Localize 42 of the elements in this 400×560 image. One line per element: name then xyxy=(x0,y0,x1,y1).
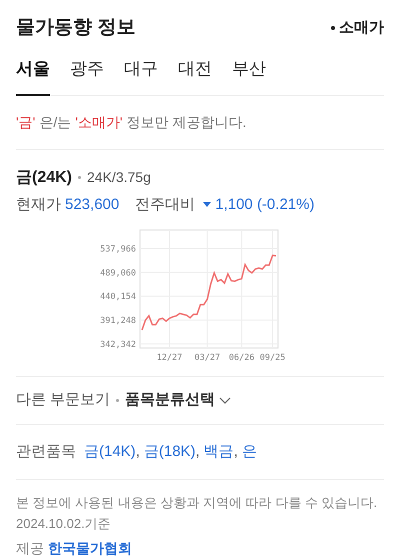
x-tick-label: 03/27 xyxy=(194,353,220,363)
comma: , xyxy=(136,442,140,462)
notice-text: 정보만 제공합니다. xyxy=(126,112,246,132)
related-label: 관련품목 xyxy=(16,442,76,462)
y-tick-label: 440,154 xyxy=(100,292,136,302)
notice-text: '소매가' xyxy=(75,112,123,132)
y-tick-label: 489,060 xyxy=(100,268,136,278)
related-item-link[interactable]: 은 xyxy=(242,440,257,463)
region-tab[interactable]: 부산 xyxy=(232,56,266,96)
change-value: 1,100 (-0.21%) xyxy=(215,194,314,214)
page-title: 물가동향 정보 xyxy=(16,16,136,40)
related-item-link[interactable]: 금(14K) xyxy=(84,440,136,463)
category-select[interactable]: 품목분류선택 xyxy=(125,389,232,412)
y-tick-label: 537,966 xyxy=(100,244,136,255)
y-tick-label: 342,342 xyxy=(100,340,136,350)
note-text: 본 정보에 사용된 내용은 상황과 지역에 따라 다를 수 있습니다. xyxy=(16,494,378,512)
region-tab[interactable]: 대전 xyxy=(178,56,212,96)
x-tick-label: 12/27 xyxy=(156,353,182,363)
price-label: 현재가 xyxy=(16,194,61,214)
source-link[interactable]: 한국물가협회 xyxy=(48,538,132,559)
comma: , xyxy=(196,442,200,462)
region-tab[interactable]: 대구 xyxy=(124,56,158,96)
source-label: 제공 xyxy=(16,539,44,558)
item-name: 금(24K) xyxy=(16,168,72,188)
x-tick-label: 06/26 xyxy=(228,353,254,363)
item-spec: 24K/3.75g xyxy=(87,168,151,187)
chevron-down-icon xyxy=(219,396,232,404)
note-text: 2024.10.02.기준 xyxy=(16,515,112,533)
region-tab[interactable]: 광주 xyxy=(70,56,104,96)
related-item-link[interactable]: 백금 xyxy=(204,440,234,463)
x-tick-label: 09/25 xyxy=(259,353,285,363)
related-item-link[interactable]: 금(18K) xyxy=(144,440,196,463)
comma: , xyxy=(234,442,238,462)
price-value: 523,600 xyxy=(65,194,120,214)
notice-text: 은/는 xyxy=(39,112,72,132)
change-label: 전주대비 xyxy=(135,194,196,214)
category-label: 다른 부문보기 xyxy=(16,390,110,410)
price-type-label: 소매가 xyxy=(339,18,384,38)
notice-text: '금' xyxy=(16,112,36,132)
y-tick-label: 391,248 xyxy=(100,316,136,326)
region-tab[interactable]: 서울 xyxy=(16,56,50,96)
bullet-icon xyxy=(331,26,335,30)
